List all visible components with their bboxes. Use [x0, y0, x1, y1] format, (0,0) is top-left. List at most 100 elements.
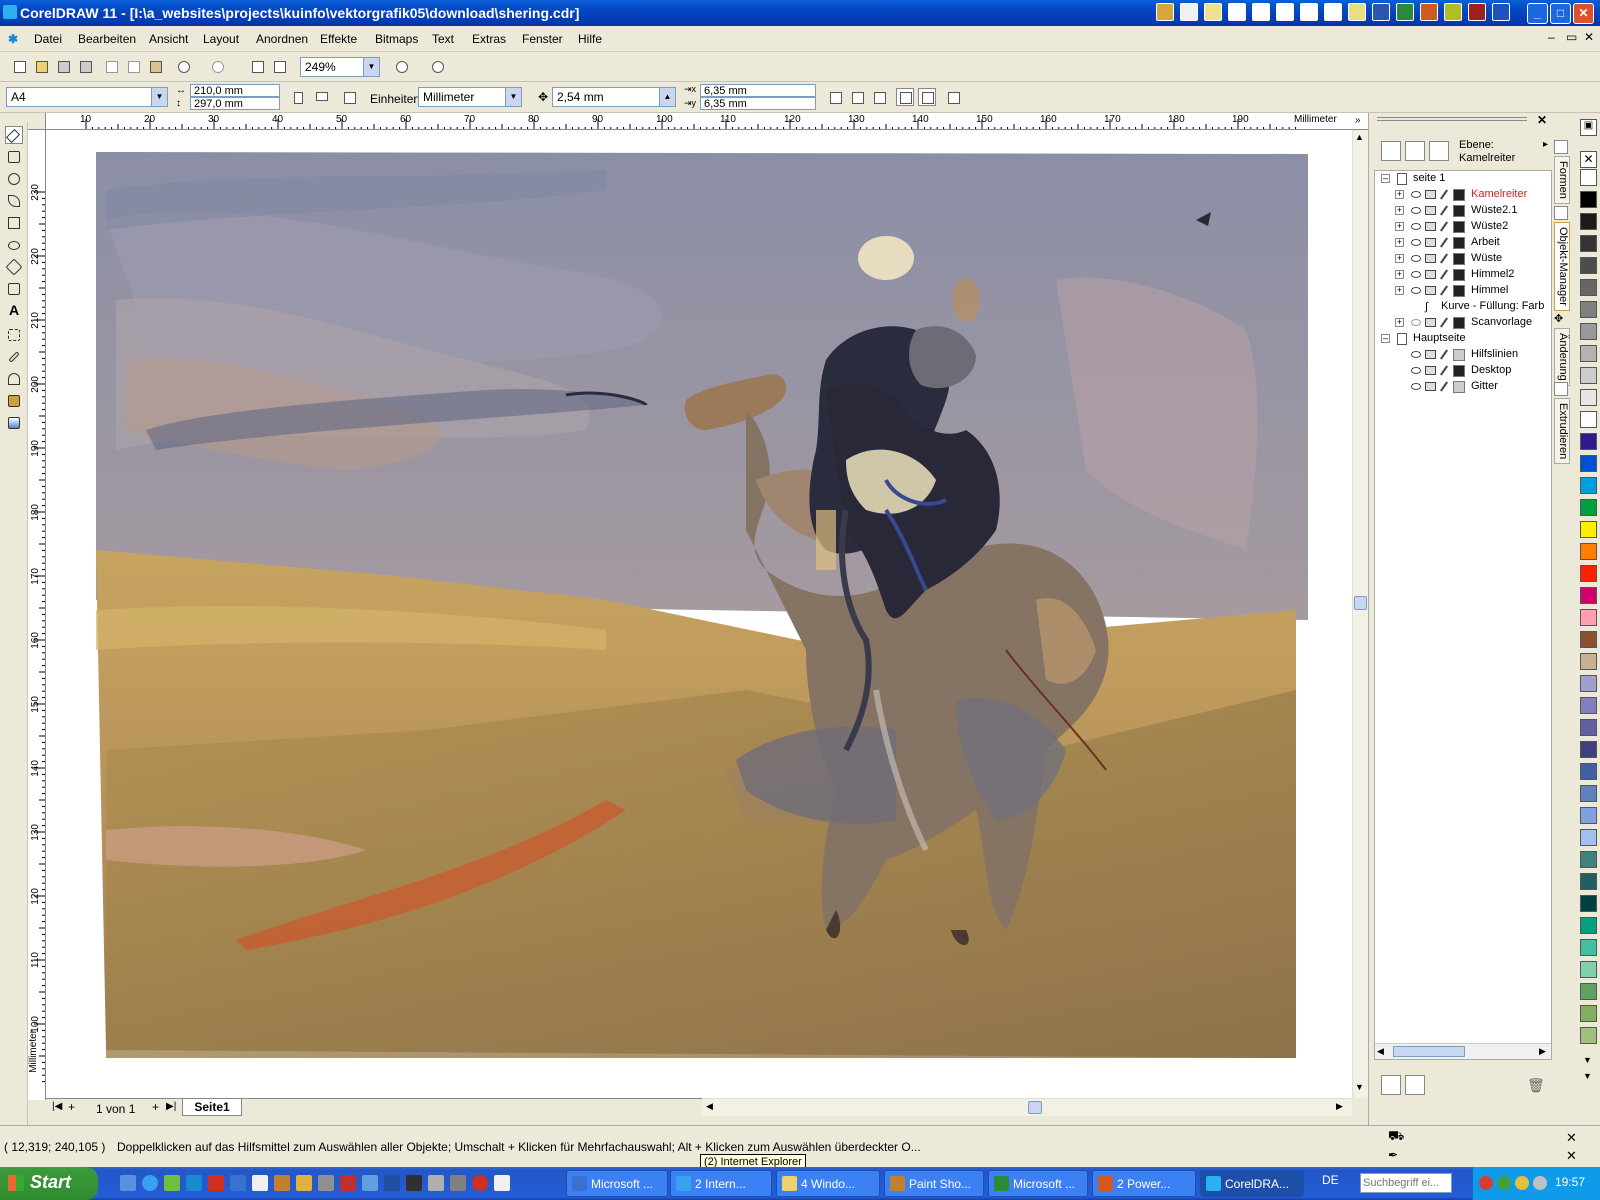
fill-tool-icon[interactable] [5, 392, 23, 410]
quicklaunch-app6-icon[interactable] [384, 1175, 400, 1191]
app-icon-3[interactable] [1204, 3, 1222, 21]
quicklaunch-notepad-icon[interactable] [252, 1175, 268, 1191]
freehand-tool-icon[interactable] [5, 192, 23, 210]
editable-pen-icon[interactable] [1440, 349, 1448, 360]
draw-as-outline-icon[interactable] [918, 88, 936, 106]
corel-online-icon[interactable] [428, 57, 446, 75]
quicklaunch-paint-icon[interactable] [274, 1175, 290, 1191]
palette-swatch[interactable] [1580, 521, 1597, 538]
palette-swatch[interactable] [1580, 565, 1597, 582]
basic-shapes-tool-icon[interactable] [5, 280, 23, 298]
menu-text[interactable]: Text [432, 32, 454, 46]
palette-swatch[interactable] [1580, 939, 1597, 956]
printable-icon[interactable] [1425, 254, 1436, 263]
palette-swatch[interactable] [1580, 829, 1597, 846]
show-properties-icon[interactable] [1381, 141, 1401, 161]
zoom-tool-icon[interactable] [5, 170, 23, 188]
expand-icon[interactable]: + [1395, 238, 1404, 247]
app-icon-8[interactable] [1324, 3, 1342, 21]
visibility-eye-icon[interactable] [1411, 351, 1421, 358]
editable-pen-icon[interactable] [1440, 365, 1448, 376]
palette-menu-icon[interactable]: ▣ [1580, 119, 1597, 136]
visibility-eye-icon[interactable] [1411, 287, 1421, 294]
delete-layer-icon[interactable]: 🗑 [1527, 1077, 1545, 1094]
palette-swatch[interactable] [1580, 169, 1597, 186]
zoom-select[interactable]: 249% ▼ [300, 57, 380, 77]
document-icon[interactable]: ✱ [8, 32, 18, 46]
options-icon[interactable] [944, 88, 962, 106]
palette-scroll-down[interactable]: ▼ [1583, 1055, 1592, 1065]
search-input[interactable] [1360, 1173, 1452, 1193]
palette-swatch[interactable] [1580, 807, 1597, 824]
docker-collapse-icon[interactable]: » [1355, 115, 1361, 126]
quicklaunch-app-icon[interactable] [164, 1175, 180, 1191]
expand-icon[interactable]: + [1395, 286, 1404, 295]
undo-icon[interactable] [174, 57, 192, 75]
paste-icon[interactable] [146, 57, 164, 75]
menu-bearbeiten[interactable]: Bearbeiten [78, 32, 136, 46]
editable-pen-icon[interactable] [1440, 381, 1448, 392]
quicklaunch-app9-icon[interactable] [450, 1175, 466, 1191]
rectangle-tool-icon[interactable] [5, 214, 23, 232]
editable-pen-icon[interactable] [1440, 317, 1448, 328]
edit-across-layers-icon[interactable] [1405, 141, 1425, 161]
horizontal-ruler[interactable]: Millimeter 10 20 30 40 50 60 70 80 90 100 110 120 13… [46, 113, 1368, 130]
minimize-button[interactable]: _ [1527, 3, 1548, 24]
v-scroll-thumb[interactable] [1354, 596, 1367, 610]
printable-icon[interactable] [1425, 238, 1436, 247]
palette-swatch[interactable] [1580, 191, 1597, 208]
excel-icon[interactable] [1396, 3, 1414, 21]
quicklaunch-app5-icon[interactable] [362, 1175, 378, 1191]
palette-swatch[interactable] [1580, 961, 1597, 978]
close-button[interactable]: ✕ [1573, 3, 1594, 24]
h-scroll-thumb[interactable] [1028, 1101, 1042, 1114]
printable-icon[interactable] [1425, 318, 1436, 327]
outline-status-icon[interactable]: ✒ [1388, 1148, 1398, 1162]
language-indicator[interactable]: DE [1322, 1173, 1339, 1187]
tray-icon-1[interactable] [1479, 1176, 1493, 1190]
duplicate-x-input[interactable]: 6,35 mm [700, 84, 816, 97]
menu-effekte[interactable]: Effekte [320, 32, 357, 46]
editable-pen-icon[interactable] [1440, 285, 1448, 296]
app-icon-15[interactable] [1492, 3, 1510, 21]
printable-icon[interactable] [1425, 190, 1436, 199]
quicklaunch-desktop-icon[interactable] [120, 1175, 136, 1191]
task-coreldraw[interactable]: CorelDRA... [1200, 1170, 1304, 1197]
cut-icon[interactable] [102, 57, 120, 75]
mail-icon[interactable] [1228, 3, 1246, 21]
doc-restore-button[interactable]: ▭ [1566, 30, 1577, 44]
no-fill-swatch[interactable]: ✕ [1580, 151, 1597, 168]
palette-swatch[interactable] [1580, 345, 1597, 362]
page-tab-seite1[interactable]: Seite1 [182, 1099, 242, 1116]
quicklaunch-more-icon[interactable] [494, 1175, 510, 1191]
duplicate-y-input[interactable]: 6,35 mm [700, 97, 816, 110]
app-icon-5[interactable] [1252, 3, 1270, 21]
menu-extras[interactable]: Extras [472, 32, 506, 46]
layer-manager-view-icon[interactable] [1429, 141, 1449, 161]
tray-icon-2[interactable] [1497, 1176, 1511, 1190]
visibility-eye-icon[interactable] [1411, 239, 1421, 246]
interactive-fill-tool-icon[interactable] [5, 414, 23, 432]
treat-as-filled-icon[interactable] [896, 88, 914, 106]
printable-icon[interactable] [1425, 222, 1436, 231]
palette-expand[interactable]: ▼ [1583, 1071, 1592, 1081]
visibility-eye-icon[interactable] [1411, 207, 1421, 214]
palette-swatch[interactable] [1580, 741, 1597, 758]
docker-flyout-icon[interactable]: ▸ [1543, 139, 1548, 150]
artwork-camel-rider[interactable] [46, 130, 1352, 1098]
quicklaunch-acrobat-icon[interactable] [208, 1175, 224, 1191]
start-button[interactable]: Start [0, 1167, 98, 1200]
editable-pen-icon[interactable] [1440, 269, 1448, 280]
app-icon-1[interactable] [1156, 3, 1174, 21]
palette-swatch[interactable] [1580, 587, 1597, 604]
eyedropper-tool-icon[interactable] [5, 348, 23, 366]
editable-pen-icon[interactable] [1440, 221, 1448, 232]
vertical-scrollbar[interactable]: ▲ ▼ [1352, 130, 1368, 1098]
tree-h-scrollbar[interactable]: ◀ ▶ [1375, 1043, 1551, 1059]
palette-swatch[interactable] [1580, 631, 1597, 648]
palette-swatch[interactable] [1580, 279, 1597, 296]
page-layout-icon[interactable] [340, 88, 358, 106]
quicklaunch-word-icon[interactable] [230, 1175, 246, 1191]
new-layer-icon[interactable] [1381, 1075, 1401, 1095]
palette-swatch[interactable] [1580, 477, 1597, 494]
